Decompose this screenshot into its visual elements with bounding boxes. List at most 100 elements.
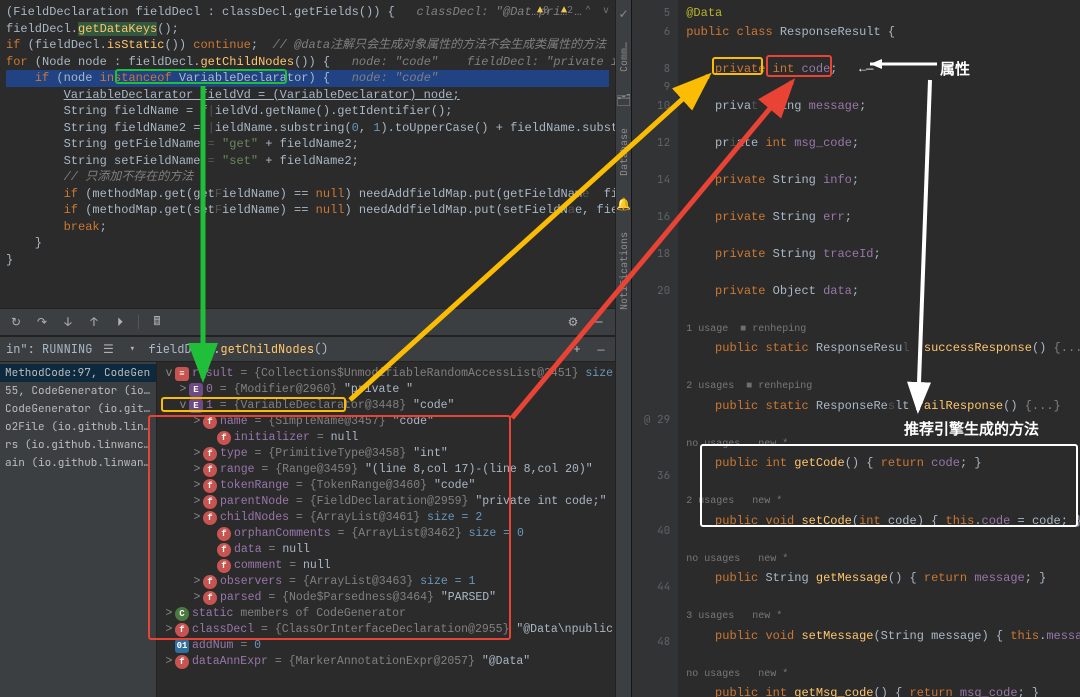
code-line[interactable] bbox=[686, 300, 1080, 319]
code-line[interactable] bbox=[686, 115, 1080, 134]
code-line[interactable]: if (methodMap.get(setFieldName) == null)… bbox=[6, 202, 609, 219]
code-line[interactable] bbox=[686, 473, 1080, 492]
evaluate-icon[interactable]: 🖩 bbox=[149, 314, 165, 330]
code-line[interactable]: String getFieldName = "get" + fieldName2… bbox=[6, 136, 609, 153]
filter-icon[interactable]: ☰ bbox=[100, 341, 116, 357]
variable-node[interactable]: >Cstatic members of CodeGenerator bbox=[163, 606, 609, 622]
stack-frame[interactable]: MethodCode:97, CodeGen bbox=[0, 364, 156, 382]
variable-node[interactable]: forphanComments = {ArrayList@3462} size … bbox=[163, 526, 609, 542]
rerun-icon[interactable]: ↻ bbox=[8, 314, 24, 330]
code-line[interactable]: if (methodMap.get(getFieldName) == null)… bbox=[6, 186, 609, 203]
code-line[interactable] bbox=[6, 268, 609, 285]
step-out-icon[interactable]: ↑ bbox=[86, 314, 102, 330]
code-line[interactable]: if (node instanceof VariableDeclarator) … bbox=[6, 70, 609, 87]
code-line[interactable]: String fieldName = f|ieldVd.getName().ge… bbox=[6, 103, 609, 120]
code-line[interactable]: private String info; bbox=[686, 171, 1080, 190]
code-line[interactable]: // 只添加不存在的方法 bbox=[6, 169, 609, 186]
stack-frame[interactable]: CodeGenerator (io.githu bbox=[0, 400, 156, 418]
code-line[interactable] bbox=[686, 645, 1080, 664]
stack-frame[interactable]: ain (io.github.linwancen.di bbox=[0, 454, 156, 472]
code-line[interactable] bbox=[686, 41, 1080, 60]
settings-icon[interactable]: ⚙ bbox=[565, 314, 581, 330]
tool-tab-commit[interactable]: Comm… bbox=[617, 42, 630, 72]
code-line[interactable] bbox=[686, 78, 1080, 97]
code-line[interactable]: private int code; ←— bbox=[686, 60, 1080, 79]
code-line[interactable] bbox=[686, 263, 1080, 282]
usage-hint[interactable]: 3 usages new * bbox=[686, 608, 1080, 627]
code-line[interactable]: public class ResponseResult { bbox=[686, 23, 1080, 42]
variable-node[interactable]: >fname = {SimpleName@3457} "code" bbox=[163, 414, 609, 430]
code-line[interactable]: VariableDeclarator fieldVd = (VariableDe… bbox=[6, 87, 609, 104]
variables-panel[interactable]: v≡result = {Collections$UnmodifiableRand… bbox=[157, 362, 615, 697]
code-line[interactable]: String fieldName2 = |ieldName.substring(… bbox=[6, 120, 609, 137]
code-line[interactable]: privat​ ​tring message; bbox=[686, 97, 1080, 116]
code-line[interactable]: public static ResponseReslt failResponse… bbox=[686, 397, 1080, 416]
code-line[interactable]: String setFieldName = "set" + fieldName2… bbox=[6, 153, 609, 170]
code-line[interactable]: public int getMsq_code() { return msq_co… bbox=[686, 684, 1080, 697]
add-watch-icon[interactable]: + bbox=[569, 341, 585, 357]
code-line[interactable]: priate int msg_code; bbox=[686, 134, 1080, 153]
variable-node[interactable]: >fdataAnnExpr = {MarkerAnnotationExpr@20… bbox=[163, 654, 609, 670]
code-line[interactable]: (FieldDeclaration fieldDecl : classDecl.… bbox=[6, 4, 609, 21]
step-into-icon[interactable]: ↓ bbox=[60, 314, 76, 330]
code-line[interactable] bbox=[686, 358, 1080, 377]
evaluate-expression-input[interactable]: fieldDecl.getChildNodes() bbox=[148, 341, 561, 357]
stack-frame[interactable]: 55, CodeGenerator (io.gi bbox=[0, 382, 156, 400]
usage-hint[interactable]: 2 usages ■ renheping bbox=[686, 378, 1080, 397]
usage-hint[interactable]: 2 usages new * bbox=[686, 493, 1080, 512]
frames-panel[interactable]: MethodCode:97, CodeGen55, CodeGenerator … bbox=[0, 362, 157, 697]
code-line[interactable] bbox=[686, 588, 1080, 607]
tool-tab-notifications[interactable]: Notifications bbox=[617, 232, 630, 310]
code-line[interactable]: private String traceId; bbox=[686, 245, 1080, 264]
hide-icon[interactable]: — bbox=[591, 314, 607, 330]
variable-node[interactable]: fcomment = null bbox=[163, 558, 609, 574]
usage-hint[interactable]: no usages new * bbox=[686, 666, 1080, 685]
variable-node[interactable]: fdata = null bbox=[163, 542, 609, 558]
tool-tab-database[interactable]: Database bbox=[617, 128, 630, 176]
code-line[interactable] bbox=[686, 226, 1080, 245]
usage-hint[interactable]: 1 usage ■ renheping bbox=[686, 321, 1080, 340]
variable-node[interactable]: finitializer = null bbox=[163, 430, 609, 446]
code-line[interactable]: public String getMessage() { return mess… bbox=[686, 569, 1080, 588]
database-icon[interactable]: 🗂 bbox=[616, 92, 631, 108]
code-line[interactable]: private String err; bbox=[686, 208, 1080, 227]
variable-node[interactable]: v≡result = {Collections$UnmodifiableRand… bbox=[163, 366, 609, 382]
code-line[interactable]: fieldDecl.getDataKeys(); bbox=[6, 21, 609, 38]
variable-node[interactable]: >ftype = {PrimitiveType@3458} "int" bbox=[163, 446, 609, 462]
more-icon[interactable]: ― bbox=[593, 341, 609, 357]
code-line[interactable]: private Object data; bbox=[686, 282, 1080, 301]
step-over-icon[interactable]: ↷ bbox=[34, 314, 50, 330]
usage-hint[interactable]: no usages new * bbox=[686, 436, 1080, 455]
code-line[interactable]: public int getCode() { return code; } bbox=[686, 454, 1080, 473]
variable-node[interactable]: >fparsed = {Node$Parsedness@3464} "PARSE… bbox=[163, 590, 609, 606]
notifications-icon[interactable]: 🔔 bbox=[616, 196, 631, 212]
variable-node[interactable]: >fchildNodes = {ArrayList@3461} size = 2 bbox=[163, 510, 609, 526]
variable-node[interactable]: >fparentNode = {FieldDeclaration@2959} "… bbox=[163, 494, 609, 510]
code-line[interactable]: } bbox=[6, 252, 609, 269]
code-line[interactable] bbox=[686, 415, 1080, 434]
code-line[interactable]: break; bbox=[6, 219, 609, 236]
variable-node[interactable]: >ftokenRange = {TokenRange@3460} "code" bbox=[163, 478, 609, 494]
variable-node[interactable]: 01addNum = 0 bbox=[163, 638, 609, 654]
stack-frame[interactable]: o2File (io.github.linwancen.di bbox=[0, 418, 156, 436]
code-line[interactable]: for (Node node : fieldDecl.getChildNodes… bbox=[6, 54, 609, 71]
stack-frame[interactable]: rs (io.github.linwancen.di bbox=[0, 436, 156, 454]
code-line[interactable]: } bbox=[6, 235, 609, 252]
code-line[interactable]: public void setCode(int code) { this.cod… bbox=[686, 512, 1080, 531]
code-line[interactable] bbox=[686, 530, 1080, 549]
thread-icon[interactable]: ▾ bbox=[124, 341, 140, 357]
variable-node[interactable]: >fobservers = {ArrayList@3463} size = 1 bbox=[163, 574, 609, 590]
code-line[interactable]: @Data bbox=[686, 4, 1080, 23]
code-editor-left[interactable]: ▲8 ▲2 ^ v (FieldDeclaration fieldDecl : … bbox=[0, 0, 615, 308]
commit-icon[interactable]: ✓ bbox=[619, 6, 629, 22]
code-line[interactable]: public static ResponseResul successRespo… bbox=[686, 339, 1080, 358]
code-line[interactable] bbox=[686, 189, 1080, 208]
code-line[interactable]: public void setMessage(String message) {… bbox=[686, 627, 1080, 646]
gutter[interactable]: 56 8910 12 14 16 18 20 @ 29 36 40 44 48 bbox=[632, 0, 678, 697]
code-line[interactable] bbox=[686, 152, 1080, 171]
code-line[interactable]: if (fieldDecl.isStatic()) continue; // @… bbox=[6, 37, 609, 54]
usage-hint[interactable]: no usages new * bbox=[686, 551, 1080, 570]
variable-node[interactable]: >frange = {Range@3459} "(line 8,col 17)-… bbox=[163, 462, 609, 478]
code-editor-right[interactable]: @Datapublic class ResponseResult { priva… bbox=[678, 0, 1080, 697]
variable-node[interactable]: vE1 = {VariableDeclarator@3448} "code" bbox=[163, 398, 609, 414]
